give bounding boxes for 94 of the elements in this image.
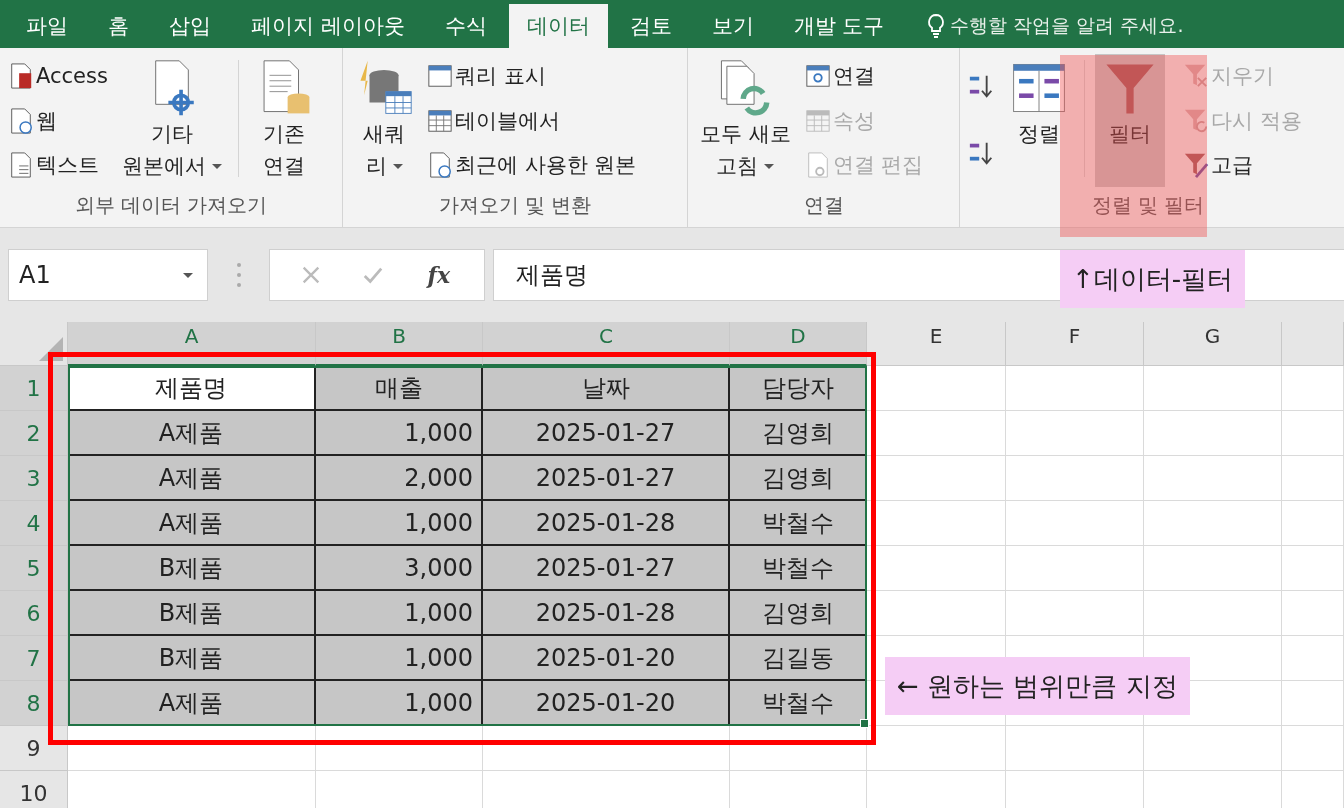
table-cell: 제품명	[68, 366, 316, 411]
column-header[interactable]: G	[1144, 322, 1282, 366]
grip-icon	[236, 260, 242, 290]
table-cell: 1,000	[316, 411, 483, 456]
row-header[interactable]: 5	[0, 546, 68, 591]
table-cell: 2025-01-28	[483, 591, 730, 636]
annotation-tooltip: ↑데이터-필터	[1060, 250, 1246, 308]
ribbon-tab[interactable]: 수식	[426, 4, 505, 48]
group-label: 외부 데이터 가져오기	[73, 192, 269, 219]
doc-access-icon	[8, 61, 34, 91]
row-header[interactable]: 7	[0, 636, 68, 681]
table-cell: 3,000	[316, 546, 483, 591]
table-cell: B제품	[68, 546, 316, 591]
table-cell	[1282, 591, 1344, 636]
table-cell	[1282, 456, 1344, 501]
ribbon-tab[interactable]: 파일	[8, 4, 86, 48]
table-cell: 담당자	[730, 366, 867, 411]
table-cell: 박철수	[730, 546, 867, 591]
table-cell: B제품	[68, 591, 316, 636]
table-cell: 매출	[316, 366, 483, 411]
lightbulb-icon	[926, 13, 947, 39]
ribbon-large-button[interactable]: 기존 연결	[248, 54, 319, 187]
ribbon-large-button[interactable]: 기타 원본에서	[115, 54, 228, 187]
ribbon-button[interactable]: 테이블에서	[425, 100, 639, 141]
ribbon-tab[interactable]: 페이지 레이아웃	[233, 4, 423, 48]
row-header[interactable]: 10	[0, 771, 68, 808]
row-header[interactable]: 2	[0, 411, 68, 456]
table-cell: 김영희	[730, 456, 867, 501]
table-cell	[1282, 636, 1344, 681]
ribbon-tab[interactable]: 데이터	[508, 4, 608, 48]
ribbon-tab[interactable]: 홈	[90, 4, 147, 48]
table-cell: 2,000	[316, 456, 483, 501]
group-label: 정렬 및 필터	[1090, 192, 1206, 219]
table-cell: 김영희	[730, 411, 867, 456]
table-cell: B제품	[68, 636, 316, 681]
table-cell: 김영희	[730, 591, 867, 636]
table-cell: A제품	[68, 456, 316, 501]
row-header[interactable]: 9	[0, 726, 68, 771]
fill-handle[interactable]	[860, 719, 869, 728]
ribbon-button[interactable]: 쿼리 표시	[425, 56, 639, 96]
row-header[interactable]: 8	[0, 681, 68, 726]
ribbon-button[interactable]: 고급	[1181, 145, 1304, 185]
ribbon-button[interactable]: 웹	[6, 100, 110, 141]
table-cell: 박철수	[730, 681, 867, 726]
table-cell: 2025-01-20	[483, 681, 730, 726]
table-cell: 박철수	[730, 501, 867, 546]
table-cell: 1,000	[316, 636, 483, 681]
ribbon-button[interactable]: Access	[6, 56, 110, 96]
table-cell	[1282, 411, 1344, 456]
ribbon-large-button[interactable]: 모두 새로 고침	[694, 54, 797, 187]
ribbon-tab[interactable]: 개발 도구	[775, 4, 903, 48]
table-cell: 2025-01-27	[483, 456, 730, 501]
column-header[interactable]: F	[1006, 322, 1144, 366]
ribbon-tab[interactable]: 검토	[611, 4, 690, 48]
table-cell: A제품	[68, 501, 316, 546]
doc-text-icon	[8, 150, 34, 180]
table-cell: 1,000	[316, 681, 483, 726]
row-header[interactable]: 3	[0, 456, 68, 501]
table-cell: 날짜	[483, 366, 730, 411]
table-cell	[1282, 681, 1344, 726]
row-header[interactable]: 4	[0, 501, 68, 546]
caret-icon	[183, 272, 193, 278]
table-cell: 2025-01-28	[483, 501, 730, 546]
table-cell	[1282, 546, 1344, 591]
ribbon-large-button[interactable]: 필터	[1095, 54, 1165, 187]
table-cell: 1,000	[316, 501, 483, 546]
triangle-icon	[39, 337, 63, 361]
annotation-tooltip: ← 원하는 범위만큼 지정	[885, 657, 1190, 715]
name-box[interactable]: A1	[8, 249, 208, 301]
group-label: 가져오기 및 변환	[437, 192, 593, 219]
select-all-button[interactable]	[0, 322, 68, 366]
table-cell	[1282, 501, 1344, 546]
ribbon-button[interactable]: 연결	[802, 56, 926, 96]
group-label: 연결	[802, 192, 845, 219]
table-cell: A제품	[68, 411, 316, 456]
insert-function-button[interactable]: fx	[423, 262, 455, 288]
ribbon-tab[interactable]: 삽입	[151, 4, 229, 48]
ribbon-large-button[interactable]: 새쿼 리	[349, 54, 419, 187]
row-header[interactable]: 1	[0, 366, 68, 411]
ribbon-large-button[interactable]: 정렬	[1004, 54, 1074, 187]
table-cell: 김길동	[730, 636, 867, 681]
table-cell: A제품	[68, 681, 316, 726]
column-header[interactable]: E	[867, 322, 1006, 366]
table-cell	[1282, 366, 1344, 411]
table-cell: 2025-01-27	[483, 546, 730, 591]
ribbon-button[interactable]: 텍스트	[6, 145, 110, 185]
ribbon-button[interactable]: 최근에 사용한 원본	[425, 145, 639, 185]
tell-me-search[interactable]: 수행할 작업을 알려 주세요.	[950, 13, 1184, 39]
table-cell: 2025-01-20	[483, 636, 730, 681]
table-cell: 1,000	[316, 591, 483, 636]
ribbon-tab[interactable]: 보기	[693, 4, 772, 48]
row-header[interactable]: 6	[0, 591, 68, 636]
table-cell: 2025-01-27	[483, 411, 730, 456]
table-cell	[1282, 726, 1344, 771]
